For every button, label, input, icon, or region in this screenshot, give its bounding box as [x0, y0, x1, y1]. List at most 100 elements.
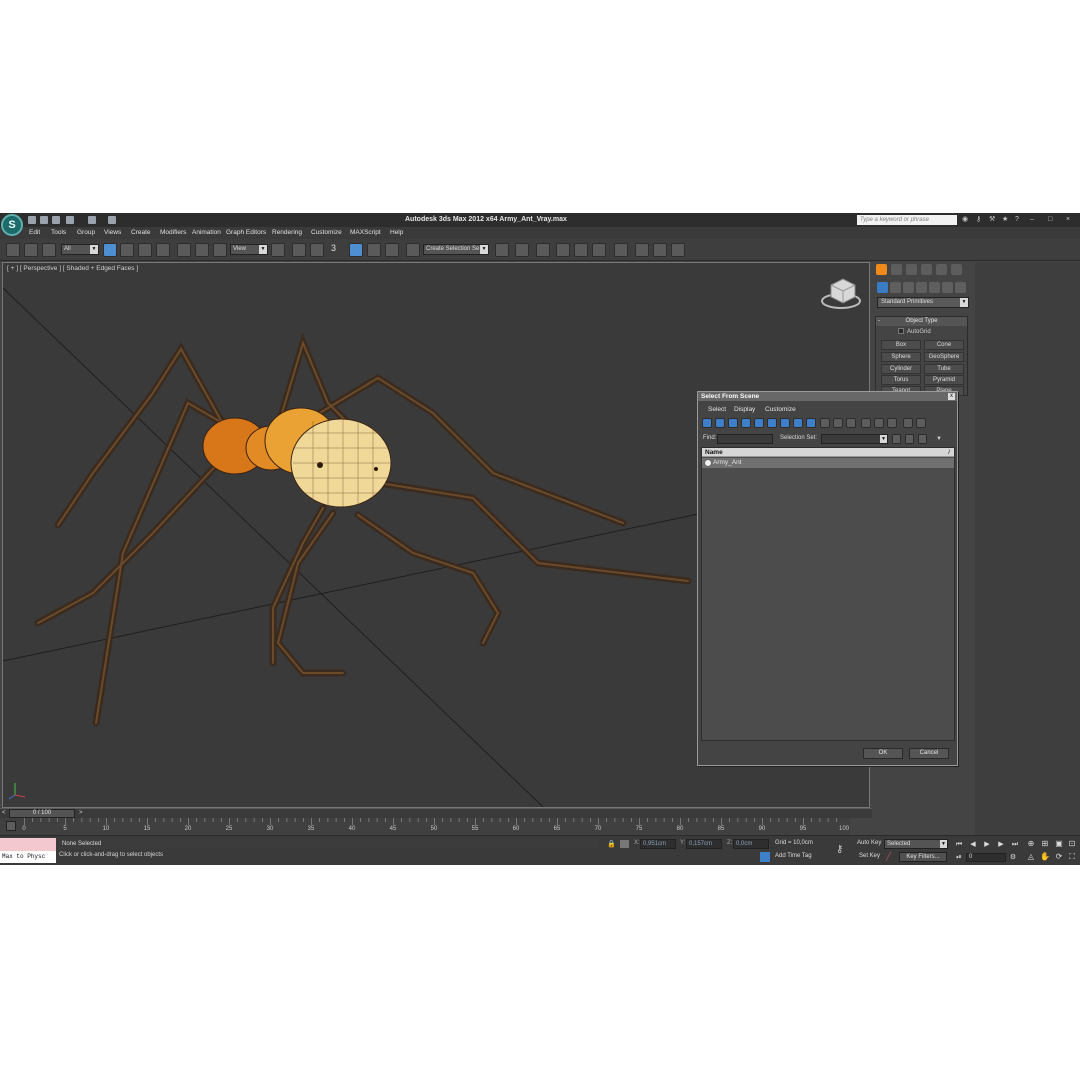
- maximize-viewport-icon[interactable]: ⛶: [1067, 852, 1077, 862]
- graphite-ribbon-icon[interactable]: [556, 243, 570, 257]
- layer-manager-icon[interactable]: [536, 243, 550, 257]
- scale-icon[interactable]: [213, 243, 227, 257]
- project-folder-icon[interactable]: [108, 216, 116, 224]
- time-tag-icon[interactable]: [760, 852, 770, 862]
- edit-named-selection-icon[interactable]: [406, 243, 420, 257]
- display-shapes-icon[interactable]: [715, 418, 725, 428]
- helpers-icon[interactable]: [929, 282, 940, 293]
- angle-snap-icon[interactable]: [349, 243, 363, 257]
- key-mode-icon[interactable]: ⚷: [836, 844, 843, 855]
- display-tab-icon[interactable]: [936, 264, 947, 275]
- display-bones-icon[interactable]: [806, 418, 816, 428]
- named-selection-set-dropdown[interactable]: Create Selection Se ▼: [423, 244, 489, 255]
- display-space-warps-icon[interactable]: [767, 418, 777, 428]
- overflow-chevron-icon[interactable]: ▼: [936, 436, 942, 442]
- scene-object-list[interactable]: Name / Army_Ant: [701, 447, 955, 741]
- menu-help[interactable]: Help: [390, 229, 403, 236]
- field-of-view-icon[interactable]: ◬: [1026, 852, 1036, 862]
- object-type-rollout-header[interactable]: - Object Type: [876, 317, 967, 326]
- mini-curve-editor-icon[interactable]: [6, 821, 16, 831]
- new-file-icon[interactable]: [28, 216, 36, 224]
- menu-animation[interactable]: Animation: [192, 229, 221, 236]
- help-icon[interactable]: ?: [1015, 216, 1022, 224]
- viewport-label[interactable]: [ + ] [ Perspective ] [ Shaded + Edged F…: [7, 265, 138, 272]
- menu-group[interactable]: Group: [77, 229, 95, 236]
- time-configuration-icon[interactable]: ⚙: [1008, 853, 1018, 862]
- spinner-snap-icon[interactable]: [385, 243, 399, 257]
- auto-key-button[interactable]: Auto Key: [857, 840, 881, 846]
- display-geometry-icon[interactable]: [702, 418, 712, 428]
- move-icon[interactable]: [177, 243, 191, 257]
- select-none-icon[interactable]: [874, 418, 884, 428]
- pyramid-button[interactable]: Pyramid: [924, 375, 964, 385]
- time-slider-prev-icon[interactable]: <: [2, 810, 8, 817]
- autogrid-checkbox[interactable]: AutoGrid: [898, 328, 931, 335]
- select-manipulate-icon[interactable]: [292, 243, 306, 257]
- lights-icon[interactable]: [903, 282, 914, 293]
- selection-set-dropdown[interactable]: ▼: [821, 434, 888, 444]
- list-item[interactable]: Army_Ant: [702, 458, 954, 468]
- frame-ruler[interactable]: 0 5 10 15 20 25 30 35 40 45 50 55 60 65 …: [22, 818, 849, 835]
- selection-lock-icon[interactable]: 🔒: [607, 840, 616, 848]
- menu-maxscript[interactable]: MAXScript: [350, 229, 381, 236]
- unlink-icon[interactable]: [24, 243, 38, 257]
- rendered-frame-window-icon[interactable]: [653, 243, 667, 257]
- remove-selection-set-icon[interactable]: [905, 434, 914, 444]
- menu-rendering[interactable]: Rendering: [272, 229, 302, 236]
- display-containers-icon[interactable]: [820, 418, 830, 428]
- material-editor-icon[interactable]: [614, 243, 628, 257]
- hierarchy-tab-icon[interactable]: [906, 264, 917, 275]
- primitive-category-dropdown[interactable]: Standard Primitives ▼: [877, 297, 969, 308]
- select-all-icon[interactable]: [861, 418, 871, 428]
- percent-snap-icon[interactable]: [367, 243, 381, 257]
- set-key-button[interactable]: Set Key: [859, 853, 880, 859]
- key-mode-toggle-icon[interactable]: ⏯: [954, 853, 964, 862]
- cone-button[interactable]: Cone: [924, 340, 964, 350]
- app-logo-icon[interactable]: S: [1, 214, 23, 236]
- create-tab-icon[interactable]: [876, 264, 887, 275]
- rectangular-selection-icon[interactable]: [138, 243, 152, 257]
- sphere-button[interactable]: Sphere: [881, 352, 921, 362]
- menu-edit[interactable]: Edit: [29, 229, 40, 236]
- key-set-dropdown[interactable]: Selected ▼: [884, 839, 948, 849]
- menu-modifiers[interactable]: Modifiers: [160, 229, 186, 236]
- next-frame-icon[interactable]: ▶: [996, 840, 1006, 849]
- link-icon[interactable]: [6, 243, 20, 257]
- view-cube-icon[interactable]: [821, 278, 861, 309]
- render-setup-icon[interactable]: [635, 243, 649, 257]
- schematic-view-icon[interactable]: [592, 243, 606, 257]
- z-coordinate-field[interactable]: 0,0cm: [733, 839, 769, 849]
- ok-button[interactable]: OK: [863, 748, 903, 759]
- go-to-end-icon[interactable]: ⏭: [1010, 840, 1020, 849]
- maximize-icon[interactable]: □: [1048, 216, 1055, 224]
- binoculars-icon[interactable]: ◉: [962, 216, 969, 224]
- select-object-icon[interactable]: [103, 243, 117, 257]
- reference-coordinate-dropdown[interactable]: View ▼: [230, 244, 268, 255]
- time-slider-thumb[interactable]: 0 / 100: [9, 809, 75, 818]
- box-button[interactable]: Box: [881, 340, 921, 350]
- utilities-tab-icon[interactable]: [951, 264, 962, 275]
- key-filters-button[interactable]: Key Filters...: [899, 852, 947, 862]
- geosphere-button[interactable]: GeoSphere: [924, 352, 964, 362]
- select-invert-icon[interactable]: [887, 418, 897, 428]
- zoom-extents-icon[interactable]: ▣: [1054, 839, 1064, 849]
- dialog-close-button[interactable]: x: [948, 393, 955, 400]
- menu-create[interactable]: Create: [131, 229, 151, 236]
- play-icon[interactable]: ▶: [982, 840, 992, 849]
- menu-tools[interactable]: Tools: [51, 229, 66, 236]
- name-column-header[interactable]: Name /: [702, 448, 954, 457]
- help-search-input[interactable]: Type a keyword or phrase: [857, 215, 957, 225]
- track-bar[interactable]: 0 5 10 15 20 25 30 35 40 45 50 55 60 65 …: [0, 818, 850, 835]
- add-to-selection-set-icon[interactable]: [918, 434, 927, 444]
- motion-tab-icon[interactable]: [921, 264, 932, 275]
- pivot-center-icon[interactable]: [271, 243, 285, 257]
- create-selection-set-icon[interactable]: [892, 434, 901, 444]
- keyboard-shortcut-override-icon[interactable]: [310, 243, 324, 257]
- dialog-menu-display[interactable]: Display: [734, 406, 755, 413]
- absolute-mode-icon[interactable]: [620, 840, 629, 848]
- tools-icon[interactable]: ⚒: [989, 216, 996, 224]
- display-cameras-icon[interactable]: [741, 418, 751, 428]
- cylinder-button[interactable]: Cylinder: [881, 364, 921, 374]
- minimize-icon[interactable]: –: [1030, 216, 1037, 224]
- add-time-tag-button[interactable]: Add Time Tag: [775, 853, 812, 859]
